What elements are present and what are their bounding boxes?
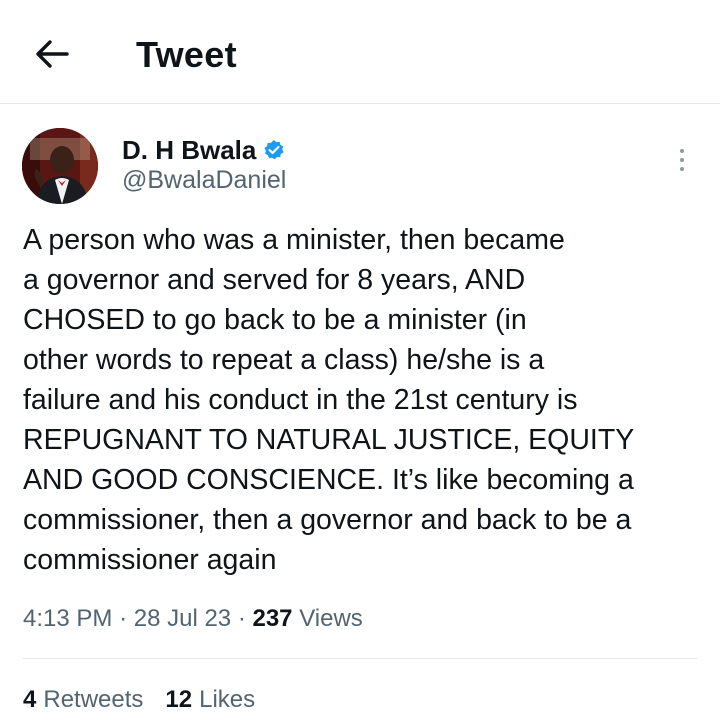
tweet-time[interactable]: 4:13 PM (23, 605, 112, 632)
tweet-line: REPUGNANT TO NATURAL JUSTICE, EQUITY (23, 424, 635, 456)
tweet-line: commissioner, then a governor and back t… (23, 504, 632, 536)
views-label: Views (299, 605, 363, 632)
author-name[interactable]: D. H Bwala (122, 134, 285, 166)
divider (23, 658, 697, 659)
retweets-stat[interactable]: 4 Retweets (23, 684, 143, 716)
retweets-label: Retweets (43, 686, 144, 713)
verified-badge-icon (263, 139, 285, 161)
top-bar: Tweet (0, 0, 720, 104)
author-handle[interactable]: @BwalaDaniel (122, 164, 286, 196)
tweet-text: A person who was a minister, then became… (23, 220, 703, 580)
engagement-stats: 4 Retweets 12 Likes (23, 684, 255, 716)
author-display-name: D. H Bwala (122, 135, 257, 165)
back-button[interactable] (28, 30, 76, 78)
likes-count: 12 (165, 686, 193, 713)
tweet-line: AND GOOD CONSCIENCE. It’s like becoming … (23, 464, 634, 496)
more-dots-icon (680, 149, 684, 153)
tweet-meta: 4:13 PM · 28 Jul 23 · 237 Views (23, 603, 363, 635)
tweet-line: CHOSED to go back to be a minister (in (23, 304, 527, 336)
avatar[interactable] (22, 128, 98, 204)
more-dot (680, 167, 684, 171)
more-dot (680, 158, 684, 162)
likes-label: Likes (199, 686, 256, 713)
meta-separator: · (119, 605, 128, 632)
likes-stat[interactable]: 12 Likes (165, 684, 255, 716)
tweet-line: a governor and served for 8 years, AND (23, 264, 526, 296)
arrow-left-icon (36, 40, 69, 68)
more-options-button[interactable] (666, 140, 698, 180)
profile-photo (22, 128, 98, 204)
tweet-line: failure and his conduct in the 21st cent… (23, 384, 578, 416)
views-count: 237 (252, 605, 293, 632)
tweet-line: other words to repeat a class) he/she is… (23, 344, 545, 376)
tweet-date[interactable]: 28 Jul 23 (134, 605, 231, 632)
retweets-count: 4 (23, 686, 37, 713)
tweet-line: commissioner again (23, 544, 277, 576)
meta-separator: · (237, 605, 246, 632)
page-title: Tweet (136, 34, 237, 75)
tweet-line: A person who was a minister, then became (23, 224, 565, 256)
